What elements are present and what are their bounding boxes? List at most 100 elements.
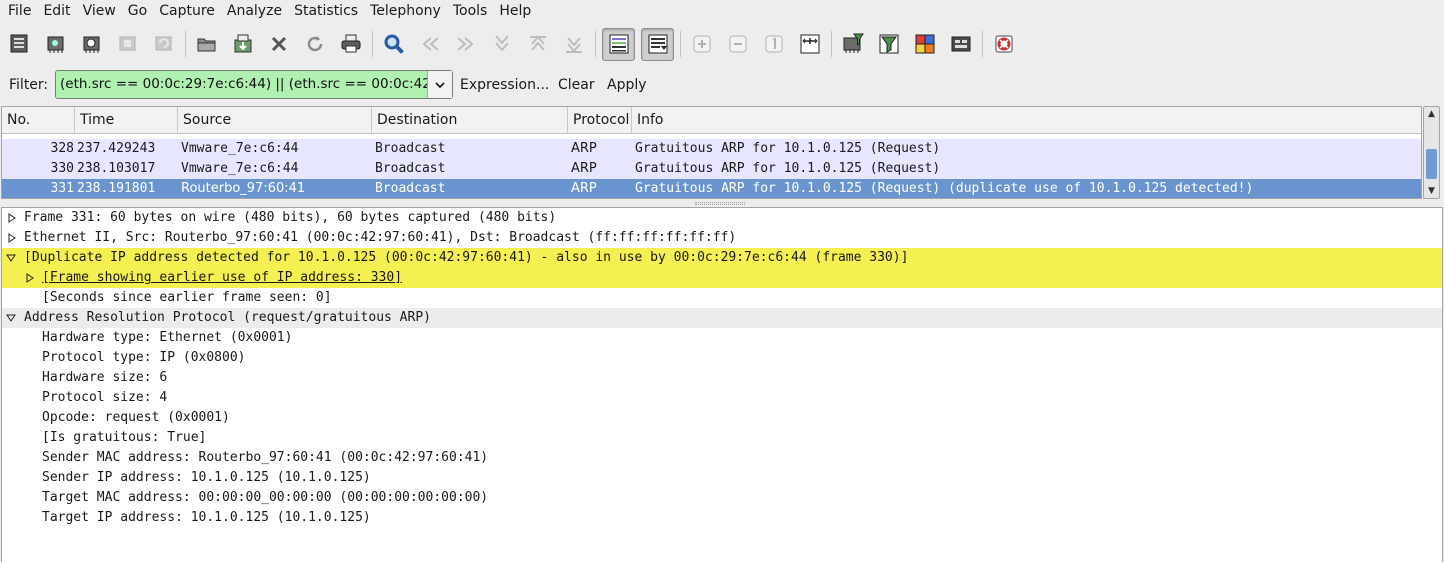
tree-item-duplicate-ip[interactable]: [Duplicate IP address detected for 10.1.… xyxy=(2,248,1442,268)
menu-analyze[interactable]: Analyze xyxy=(221,1,288,21)
clear-button[interactable]: Clear xyxy=(558,77,595,93)
collapse-arrow-icon[interactable] xyxy=(5,248,17,268)
scroll-down-icon[interactable]: ▼ xyxy=(1424,184,1439,198)
tree-item-frame[interactable]: Frame 331: 60 bytes on wire (480 bits), … xyxy=(2,208,1442,228)
field-label: [Is gratuitous: True] xyxy=(42,430,207,445)
apply-button[interactable]: Apply xyxy=(607,77,647,93)
collapse-arrow-icon[interactable] xyxy=(5,308,17,328)
field-label: Sender MAC address: Routerbo_97:60:41 (0… xyxy=(42,450,489,465)
menu-help[interactable]: Help xyxy=(493,1,537,21)
tree-field[interactable]: Target IP address: 10.1.0.125 (10.1.0.12… xyxy=(2,508,1442,528)
tree-field[interactable]: Hardware type: Ethernet (0x0001) xyxy=(2,328,1442,348)
tree-field[interactable]: Target MAC address: 00:00:00_00:00:00 (0… xyxy=(2,488,1442,508)
expand-arrow-icon[interactable] xyxy=(6,228,18,248)
coloring-rules-icon xyxy=(915,34,935,54)
expand-arrow-icon[interactable] xyxy=(24,268,36,288)
menu-file[interactable]: File xyxy=(2,1,37,21)
menu-telephony[interactable]: Telephony xyxy=(364,1,447,21)
go-last-button[interactable] xyxy=(559,29,589,59)
auto-scroll-toggle[interactable] xyxy=(641,27,674,61)
tree-item-seconds-since[interactable]: [Seconds since earlier frame seen: 0] xyxy=(2,288,1442,308)
close-file-button[interactable] xyxy=(264,29,294,59)
packet-info: Gratuitous ARP for 10.1.0.125 (Request) … xyxy=(635,181,1254,196)
menu-view[interactable]: View xyxy=(77,1,122,21)
menu-statistics[interactable]: Statistics xyxy=(288,1,364,21)
save-file-button[interactable] xyxy=(228,29,258,59)
interface-list-button[interactable] xyxy=(5,29,35,59)
tree-field[interactable]: Protocol type: IP (0x0800) xyxy=(2,348,1442,368)
packet-source: Vmware_7e:c6:44 xyxy=(181,161,299,176)
reload-button[interactable] xyxy=(300,29,330,59)
tree-field[interactable]: Sender MAC address: Routerbo_97:60:41 (0… xyxy=(2,448,1442,468)
column-header-protocol[interactable]: Protocol xyxy=(568,107,632,134)
go-first-icon xyxy=(530,35,546,51)
expand-arrow-icon[interactable] xyxy=(6,208,18,228)
stop-capture-icon xyxy=(119,36,136,51)
go-forward-button[interactable] xyxy=(451,29,481,59)
coloring-rules-button[interactable] xyxy=(910,29,940,59)
splitter-grip[interactable] xyxy=(695,202,745,205)
packet-time: 238.103017 xyxy=(77,161,156,176)
menu-go[interactable]: Go xyxy=(122,1,153,21)
packet-row[interactable]: 328 237.429243 Vmware_7e:c6:44 Broadcast… xyxy=(2,139,1421,159)
start-capture-button[interactable] xyxy=(77,29,107,59)
filter-dropdown-button[interactable] xyxy=(427,71,452,98)
packet-list-scrollbar[interactable]: ▲ ▼ xyxy=(1423,106,1440,199)
go-to-packet-button[interactable] xyxy=(487,29,517,59)
help-button[interactable] xyxy=(989,29,1019,59)
toolbar-separator xyxy=(185,31,186,57)
tree-field[interactable]: Opcode: request (0x0001) xyxy=(2,408,1442,428)
resize-columns-button[interactable] xyxy=(795,29,825,59)
column-header-info[interactable]: Info xyxy=(632,107,1421,134)
menu-tools[interactable]: Tools xyxy=(447,1,494,21)
restart-capture-button[interactable] xyxy=(149,29,179,59)
scrollbar-thumb[interactable] xyxy=(1426,149,1437,179)
capture-filters-button[interactable] xyxy=(838,29,868,59)
packet-source: Vmware_7e:c6:44 xyxy=(181,141,299,156)
field-label: Sender IP address: 10.1.0.125 (10.1.0.12… xyxy=(42,470,371,485)
column-header-destination[interactable]: Destination xyxy=(372,107,568,134)
scroll-up-icon[interactable]: ▲ xyxy=(1424,107,1439,121)
tree-item-ethernet[interactable]: Ethernet II, Src: Routerbo_97:60:41 (00:… xyxy=(2,228,1442,248)
tree-item-earlier-frame-link[interactable]: [Frame showing earlier use of IP address… xyxy=(2,268,1442,288)
column-header-source[interactable]: Source xyxy=(178,107,372,134)
open-file-icon xyxy=(197,38,216,52)
go-first-button[interactable] xyxy=(523,29,553,59)
packet-no: 328 xyxy=(50,141,74,156)
normal-size-button[interactable] xyxy=(759,29,789,59)
filter-label: Filter: xyxy=(9,77,49,93)
tree-field[interactable]: Protocol size: 4 xyxy=(2,388,1442,408)
close-file-icon xyxy=(271,36,287,52)
tree-field[interactable]: Hardware size: 6 xyxy=(2,368,1442,388)
menu-capture[interactable]: Capture xyxy=(153,1,221,21)
packet-row[interactable]: 330 238.103017 Vmware_7e:c6:44 Broadcast… xyxy=(2,159,1421,179)
display-filters-button[interactable] xyxy=(874,29,904,59)
print-button[interactable] xyxy=(336,29,366,59)
colorize-toggle[interactable] xyxy=(602,27,635,61)
column-header-no[interactable]: No. xyxy=(2,107,75,134)
tree-item-arp[interactable]: Address Resolution Protocol (request/gra… xyxy=(2,308,1442,328)
help-icon xyxy=(995,35,1013,53)
packet-row-selected[interactable]: 331 238.191801 Routerbo_97:60:41 Broadca… xyxy=(2,179,1421,198)
tree-item-label: Ethernet II, Src: Routerbo_97:60:41 (00:… xyxy=(24,230,737,245)
tree-field[interactable]: Sender IP address: 10.1.0.125 (10.1.0.12… xyxy=(2,468,1442,488)
zoom-out-button[interactable] xyxy=(723,29,753,59)
packet-protocol: ARP xyxy=(571,181,597,196)
menu-edit[interactable]: Edit xyxy=(37,1,76,21)
preferences-button[interactable] xyxy=(946,29,976,59)
filter-input[interactable]: (eth.src == 00:0c:29:7e:c6:44) || (eth.s… xyxy=(56,71,427,98)
tree-field[interactable]: [Is gratuitous: True] xyxy=(2,428,1442,448)
field-label: Target IP address: 10.1.0.125 (10.1.0.12… xyxy=(42,510,371,525)
go-to-packet-icon xyxy=(495,35,509,52)
capture-options-button[interactable] xyxy=(41,29,71,59)
stop-capture-button[interactable] xyxy=(113,29,143,59)
preferences-icon xyxy=(951,36,971,52)
expression-button[interactable]: Expression... xyxy=(460,77,549,93)
go-back-button[interactable] xyxy=(415,29,445,59)
column-header-time[interactable]: Time xyxy=(75,107,178,134)
frame-link[interactable]: [Frame showing earlier use of IP address… xyxy=(42,268,402,288)
open-file-button[interactable] xyxy=(192,29,222,59)
find-packet-button[interactable] xyxy=(379,29,409,59)
filter-combo[interactable]: (eth.src == 00:0c:29:7e:c6:44) || (eth.s… xyxy=(55,70,453,99)
zoom-in-button[interactable] xyxy=(687,29,717,59)
